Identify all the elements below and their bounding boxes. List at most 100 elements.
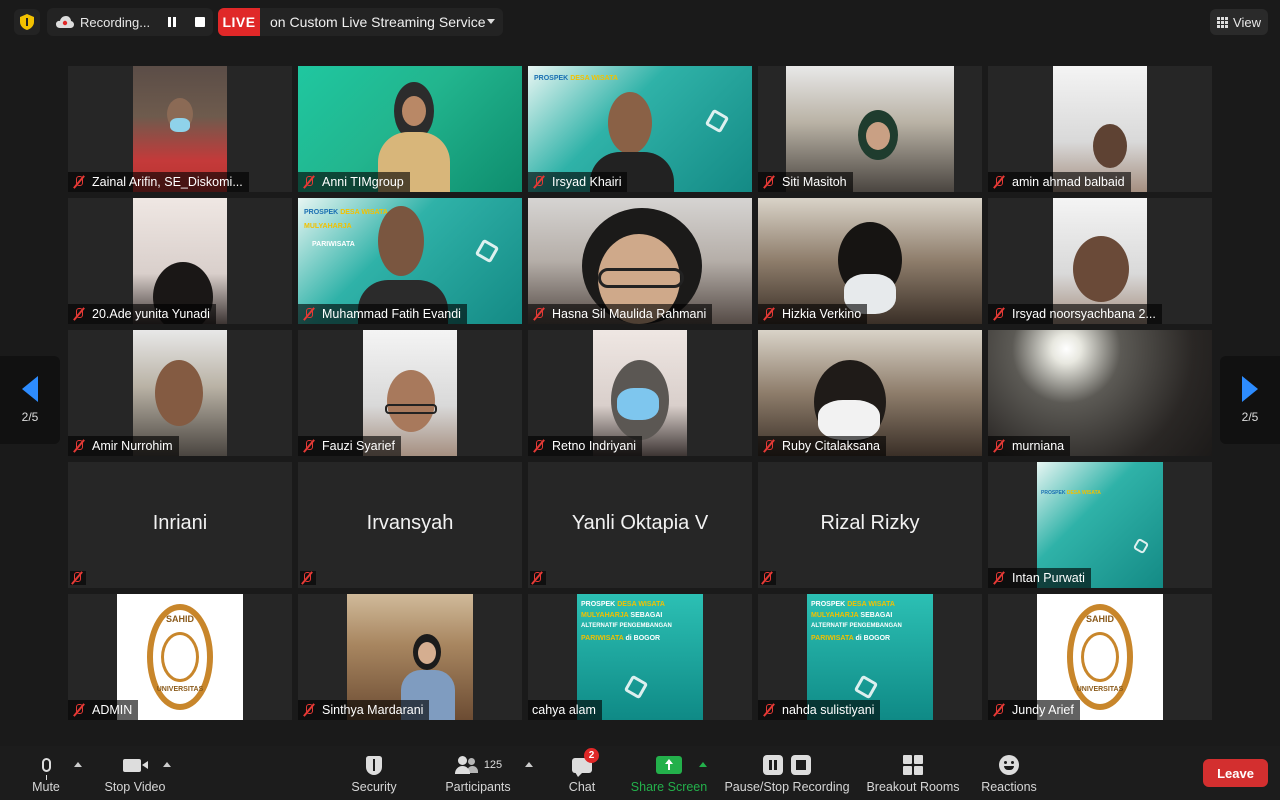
participant-name: Siti Masitoh	[782, 175, 847, 189]
muted-mic-icon	[70, 571, 86, 585]
next-page-button[interactable]: 2/5	[1220, 356, 1280, 444]
mute-label: Mute	[32, 780, 60, 794]
participant-name: Zainal Arifin, SE_Diskomi...	[92, 175, 243, 189]
cloud-icon	[56, 16, 74, 28]
video-tile[interactable]: Fauzi Syarief	[298, 330, 522, 456]
muted-mic-icon	[992, 439, 1006, 453]
recording-label: Recording...	[80, 14, 151, 30]
muted-mic-icon	[760, 571, 776, 585]
muted-mic-icon	[992, 307, 1006, 321]
microphone-icon	[41, 758, 51, 780]
security-shield-icon[interactable]	[14, 9, 40, 35]
video-tile[interactable]: Amir Nurrohim	[68, 330, 292, 456]
video-tile[interactable]: SAHID UNIVERSITAS Jundy Arief	[988, 594, 1212, 720]
video-tile[interactable]: Zainal Arifin, SE_Diskomi...	[68, 66, 292, 192]
muted-mic-icon	[762, 175, 776, 189]
muted-mic-icon	[302, 703, 316, 717]
live-service-label: on Custom Live Streaming Service	[270, 14, 486, 30]
participant-name-bar: Jundy Arief	[988, 700, 1080, 720]
video-tile[interactable]: 20.Ade yunita Yunadi	[68, 198, 292, 324]
video-tile[interactable]: SAHID UNIVERSITAS ADMIN	[68, 594, 292, 720]
video-tile[interactable]: Siti Masitoh	[758, 66, 982, 192]
video-tile[interactable]: murniana	[988, 330, 1212, 456]
video-tile[interactable]: Ruby Citalaksana	[758, 330, 982, 456]
video-tile-no-video[interactable]: Yanli Oktapia V	[528, 462, 752, 588]
participant-name-bar: Irsyad noorsyachbana 2...	[988, 304, 1162, 324]
breakout-rooms-button[interactable]: Breakout Rooms	[866, 746, 960, 800]
participant-name-bar: ADMIN	[68, 700, 139, 720]
leave-button[interactable]: Leave	[1203, 759, 1268, 787]
previous-page-button[interactable]: 2/5	[0, 356, 60, 444]
participant-name-bar: Intan Purwati	[988, 568, 1091, 588]
video-tile[interactable]: amin ahmad balbaid	[988, 66, 1212, 192]
recording-indicator: Recording...	[47, 8, 213, 36]
participant-name-bar: Ruby Citalaksana	[758, 436, 886, 456]
video-tile[interactable]: PROSPEK DESA WISATA Intan Purwati	[988, 462, 1212, 588]
page-indicator-right: 2/5	[1241, 410, 1259, 424]
audio-options-caret-icon[interactable]	[74, 762, 82, 767]
participant-name-bar: Zainal Arifin, SE_Diskomi...	[68, 172, 249, 192]
live-stream-dropdown[interactable]: LIVE on Custom Live Streaming Service	[218, 8, 503, 36]
video-options-caret-icon[interactable]	[163, 762, 171, 767]
breakout-rooms-label: Breakout Rooms	[866, 780, 960, 794]
reactions-label: Reactions	[981, 780, 1037, 794]
pause-stop-recording-label: Pause/Stop Recording	[724, 780, 850, 794]
video-tile[interactable]: Sinthya Mardarani	[298, 594, 522, 720]
security-label: Security	[351, 780, 397, 794]
participant-name-bar: cahya alam	[528, 700, 602, 720]
video-tile[interactable]: PROSPEK DESA WISATA MULYAHARJA SEBAGAI A…	[758, 594, 982, 720]
participant-name: murniana	[1012, 439, 1065, 453]
stop-icon	[791, 755, 811, 775]
muted-mic-icon	[532, 175, 546, 189]
participant-name: Anni TIMgroup	[322, 175, 404, 189]
muted-mic-icon	[302, 307, 316, 321]
participants-button[interactable]: 125 Participants	[443, 746, 513, 800]
pause-recording-icon[interactable]	[167, 17, 177, 27]
participants-count: 125	[483, 759, 503, 771]
participant-name-bar: Retno Indriyani	[528, 436, 643, 456]
video-tile[interactable]: Retno Indriyani	[528, 330, 752, 456]
video-tile[interactable]: Hizkia Verkino	[758, 198, 982, 324]
participant-display-name: Inriani	[152, 512, 208, 534]
share-screen-button[interactable]: Share Screen	[630, 746, 708, 800]
participant-name: Fauzi Syarief	[322, 439, 395, 453]
participant-name: nahda sulistiyani	[782, 703, 875, 717]
participant-name-bar: Irsyad Khairi	[528, 172, 628, 192]
participant-name: Intan Purwati	[1012, 571, 1085, 585]
muted-mic-icon	[532, 439, 546, 453]
video-tile[interactable]: Anni TIMgroup	[298, 66, 522, 192]
page-indicator-left: 2/5	[21, 410, 39, 424]
muted-mic-icon	[992, 703, 1006, 717]
video-tile[interactable]: Hasna Sil Maulida Rahmani	[528, 198, 752, 324]
pause-icon	[763, 755, 783, 775]
stop-video-label: Stop Video	[104, 780, 166, 794]
stop-video-button[interactable]: Stop Video	[102, 746, 168, 800]
chat-button[interactable]: 2 Chat	[566, 746, 599, 800]
video-tile-no-video[interactable]: Irvansyah	[298, 462, 522, 588]
video-tile[interactable]: PROSPEK DESA WISATA MULYAHARJA PARIWISAT…	[298, 198, 522, 324]
share-options-caret-icon[interactable]	[699, 762, 707, 767]
shield-icon	[366, 755, 382, 775]
view-label: View	[1233, 14, 1261, 30]
reactions-button[interactable]: Reactions	[979, 746, 1039, 800]
security-button[interactable]: Security	[348, 746, 400, 800]
participants-label: Participants	[445, 780, 511, 794]
mute-button[interactable]: Mute	[28, 746, 64, 800]
participant-name: amin ahmad balbaid	[1012, 175, 1125, 189]
participant-name: Amir Nurrohim	[92, 439, 173, 453]
video-tile-no-video[interactable]: Inriani	[68, 462, 292, 588]
stop-recording-icon[interactable]	[195, 17, 205, 27]
muted-mic-icon	[762, 439, 776, 453]
video-tile[interactable]: Irsyad noorsyachbana 2...	[988, 198, 1212, 324]
pause-stop-recording-button[interactable]: Pause/Stop Recording	[722, 746, 852, 800]
video-tile-no-video[interactable]: Rizal Rizky	[758, 462, 982, 588]
participant-name-bar: Hasna Sil Maulida Rahmani	[528, 304, 713, 324]
view-button[interactable]: View	[1210, 9, 1268, 35]
video-tile[interactable]: PROSPEK DESA WISATA MULYAHARJA SEBAGAI A…	[528, 594, 752, 720]
caret-down-icon	[487, 19, 495, 24]
muted-mic-icon	[72, 703, 86, 717]
chat-label: Chat	[568, 780, 596, 794]
video-tile[interactable]: PROSPEK DESA WISATA Irsyad Khairi	[528, 66, 752, 192]
participants-options-caret-icon[interactable]	[525, 762, 533, 767]
arrow-left-icon	[22, 376, 38, 402]
